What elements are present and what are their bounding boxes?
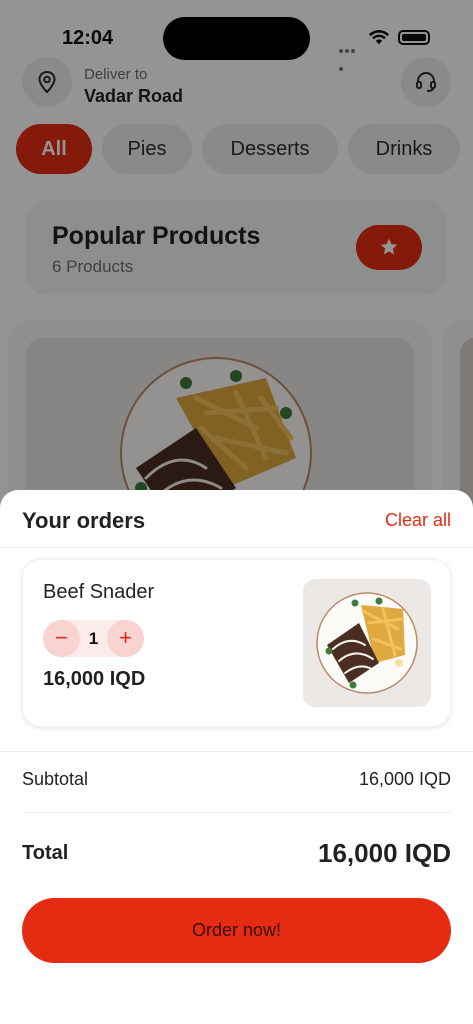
order-item-image [303, 579, 431, 707]
divider [0, 751, 473, 752]
quantity-stepper: − 1 + [43, 620, 144, 657]
clear-all-button[interactable]: Clear all [385, 510, 451, 531]
total-value: 16,000 IQD [318, 838, 451, 868]
orders-title: Your orders [22, 508, 146, 533]
divider [22, 812, 451, 813]
orders-bottom-sheet: Your orders Clear all Beef Snader − 1 + … [0, 490, 473, 1024]
decrease-quantity-button[interactable]: − [43, 620, 80, 657]
subtotal-label: Subtotal [22, 769, 89, 789]
order-item-card: Beef Snader − 1 + 16,000 IQD [22, 559, 451, 727]
total-label: Total [22, 842, 69, 864]
order-item-price: 16,000 IQD [43, 668, 146, 690]
quantity-value: 1 [88, 629, 99, 648]
order-item-name: Beef Snader [43, 581, 155, 603]
subtotal-value: 16,000 IQD [358, 769, 451, 789]
increase-quantity-button[interactable]: + [107, 620, 144, 657]
order-now-button[interactable]: Order now! [22, 898, 451, 963]
divider [0, 547, 473, 548]
